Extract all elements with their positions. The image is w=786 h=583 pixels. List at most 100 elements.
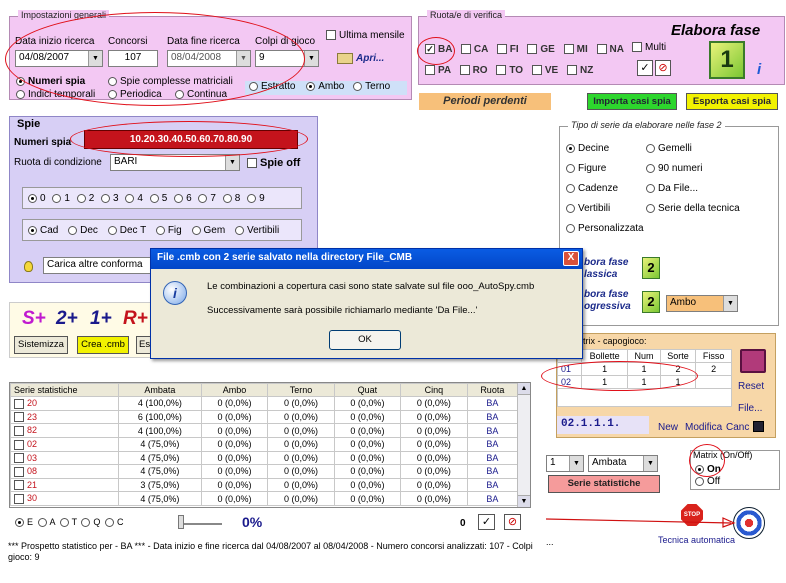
- ruota-ro[interactable]: RO: [459, 65, 488, 76]
- mode-periodica[interactable]: Periodica: [108, 89, 162, 100]
- esporta-casi-spia-button[interactable]: Esporta casi spia: [686, 93, 778, 110]
- chevron-down-icon[interactable]: ▼: [236, 51, 250, 66]
- target-icon[interactable]: [733, 507, 765, 539]
- slider-handle[interactable]: [178, 515, 184, 529]
- sorte-select[interactable]: Ambata ▼: [588, 455, 658, 472]
- serie-da-file[interactable]: Da File...: [646, 183, 698, 194]
- ruota-nz[interactable]: NZ: [566, 65, 593, 76]
- serie-tecnica[interactable]: Serie della tecnica: [646, 203, 740, 214]
- matrix-canc-button[interactable]: Canc: [726, 422, 749, 433]
- digit-9[interactable]: 9: [247, 193, 265, 204]
- ruota-to[interactable]: TO: [496, 65, 523, 76]
- date-start-select[interactable]: 04/08/2007 ▼: [15, 50, 103, 67]
- select-all-button[interactable]: ✓: [637, 60, 653, 76]
- checkbox-icon[interactable]: [14, 398, 24, 409]
- ruota-na[interactable]: NA: [596, 44, 624, 55]
- stats-header[interactable]: Serie statistiche: [10, 383, 119, 397]
- digit-4[interactable]: 4: [125, 193, 143, 204]
- serie-personalizzata[interactable]: Personalizzata: [566, 223, 644, 234]
- ruota-mi[interactable]: MI: [563, 44, 588, 55]
- digit-5[interactable]: 5: [149, 193, 167, 204]
- table-row[interactable]: 20 4 (100,0%) 0 (0,0%) 0 (0,0%) 0 (0,0%) 0 (0…: [10, 396, 519, 411]
- checkbox-icon[interactable]: [14, 453, 24, 464]
- progressiva-sorte-select[interactable]: Ambo ▼: [666, 295, 738, 312]
- serie-cadenze[interactable]: Cadenze: [566, 183, 618, 194]
- table-row[interactable]: 08 4 (75,0%) 0 (0,0%) 0 (0,0%) 0 (0,0%) 0 (0,…: [10, 464, 519, 479]
- matrix-row[interactable]: 01 1 1 2 2: [557, 362, 732, 376]
- table-row[interactable]: 30 4 (75,0%) 0 (0,0%) 0 (0,0%) 0 (0,0%) 0 (0,…: [10, 491, 519, 506]
- table-row[interactable]: 82 4 (100,0%) 0 (0,0%) 0 (0,0%) 0 (0,0%) 0 (0…: [10, 423, 519, 438]
- chevron-down-icon[interactable]: ▼: [569, 456, 583, 471]
- group-vertibili[interactable]: Vertibili: [234, 225, 279, 236]
- ruota-ge[interactable]: GE: [527, 44, 555, 55]
- group-cad[interactable]: Cad: [28, 225, 58, 236]
- table-row[interactable]: 21 3 (75,0%) 0 (0,0%) 0 (0,0%) 0 (0,0%) 0 (0,…: [10, 477, 519, 493]
- ok-button[interactable]: OK: [329, 330, 401, 350]
- dialog-titlebar[interactable]: File .cmb con 2 serie salvato nella dire…: [151, 249, 582, 269]
- table-row[interactable]: 03 4 (75,0%) 0 (0,0%) 0 (0,0%) 0 (0,0%) 0 (0,…: [10, 450, 519, 466]
- periodi-perdenti-label[interactable]: Periodi perdenti: [419, 93, 551, 110]
- serie-statistiche-button[interactable]: Serie statistiche: [548, 475, 660, 493]
- checkbox-icon[interactable]: [14, 425, 24, 436]
- num-select[interactable]: 1 ▼: [546, 455, 584, 472]
- elabora-fase-1-button[interactable]: 1: [709, 41, 745, 79]
- clear-all-button[interactable]: ⊘: [655, 60, 671, 76]
- stats-header[interactable]: Ruota: [466, 383, 519, 397]
- numeri-spia-field[interactable]: 10.20.30.40.50.60.70.80.90: [84, 130, 298, 149]
- ruota-condizione-select[interactable]: BARI ▼: [110, 154, 240, 171]
- chevron-down-icon[interactable]: ▼: [88, 51, 102, 66]
- confirm-button[interactable]: ✓: [478, 514, 495, 530]
- checkbox-icon[interactable]: [14, 439, 24, 450]
- stats-scrollbar[interactable]: ▲ ▼: [517, 383, 530, 507]
- play-estratto[interactable]: Estratto: [249, 81, 295, 92]
- digit-8[interactable]: 8: [222, 193, 240, 204]
- save-icon[interactable]: [753, 421, 764, 432]
- ruota-pa[interactable]: PA: [425, 65, 451, 76]
- mode-continua[interactable]: Continua: [175, 89, 227, 100]
- mode-numeri-spia[interactable]: Numeri spia: [16, 76, 85, 87]
- matrix-off[interactable]: Off: [695, 476, 720, 487]
- filter-e[interactable]: E: [15, 517, 33, 528]
- fase-classica-button[interactable]: 2: [642, 257, 660, 279]
- chevron-down-icon[interactable]: ▼: [225, 155, 239, 170]
- filter-q[interactable]: Q: [81, 517, 100, 528]
- chevron-down-icon[interactable]: ▼: [643, 456, 657, 471]
- book-icon[interactable]: [740, 349, 766, 373]
- ruota-ca[interactable]: CA: [460, 44, 488, 55]
- info-icon[interactable]: i: [757, 61, 761, 78]
- filter-a[interactable]: A: [37, 517, 55, 528]
- serie-figure[interactable]: Figure: [566, 163, 606, 174]
- ruota-fi[interactable]: FI: [496, 44, 519, 55]
- stats-header[interactable]: Terno: [267, 383, 335, 397]
- checkbox-icon[interactable]: [14, 480, 24, 491]
- group-fig[interactable]: Fig: [155, 225, 182, 236]
- checkbox-icon[interactable]: [14, 466, 24, 477]
- chevron-down-icon[interactable]: ▼: [723, 296, 737, 311]
- serie-gemelli[interactable]: Gemelli: [646, 143, 692, 154]
- serie-decine[interactable]: Decine: [566, 143, 609, 154]
- spie-off-checkbox[interactable]: Spie off: [247, 157, 300, 169]
- serie-90-numeri[interactable]: 90 numeri: [646, 163, 702, 174]
- table-row[interactable]: 02 4 (75,0%) 0 (0,0%) 0 (0,0%) 0 (0,0%) 0 (0,…: [10, 436, 519, 452]
- digit-6[interactable]: 6: [174, 193, 192, 204]
- carica-conforma-field[interactable]: Carica altre conforma: [43, 257, 163, 274]
- digit-0[interactable]: 0: [28, 193, 46, 204]
- mode-indici-temporali[interactable]: Indici temporali: [16, 89, 95, 100]
- stats-header[interactable]: Ambo: [200, 383, 269, 397]
- concorsi-input[interactable]: 107: [108, 50, 158, 67]
- matrix-modifica-button[interactable]: Modifica: [685, 422, 722, 433]
- date-end-select[interactable]: 08/04/2008 ▼: [167, 50, 251, 67]
- matrix-reset-button[interactable]: Reset: [738, 381, 764, 392]
- colpi-select[interactable]: 9 ▼: [255, 50, 319, 67]
- play-terno[interactable]: Terno: [353, 81, 390, 92]
- crea-cmb-button[interactable]: Crea .cmb: [77, 336, 129, 354]
- matrix-file-button[interactable]: File...: [738, 403, 762, 414]
- apri-button[interactable]: Apri...: [337, 53, 384, 64]
- group-dec[interactable]: Dec: [68, 225, 98, 236]
- ruota-ve[interactable]: VE: [531, 65, 558, 76]
- progress-slider[interactable]: [178, 523, 222, 525]
- checkbox-icon[interactable]: [14, 412, 24, 423]
- cancel-button[interactable]: ⊘: [504, 514, 521, 530]
- digit-2[interactable]: 2: [76, 193, 94, 204]
- table-row[interactable]: 23 6 (100,0%) 0 (0,0%) 0 (0,0%) 0 (0,0%) 0 (0…: [10, 409, 519, 425]
